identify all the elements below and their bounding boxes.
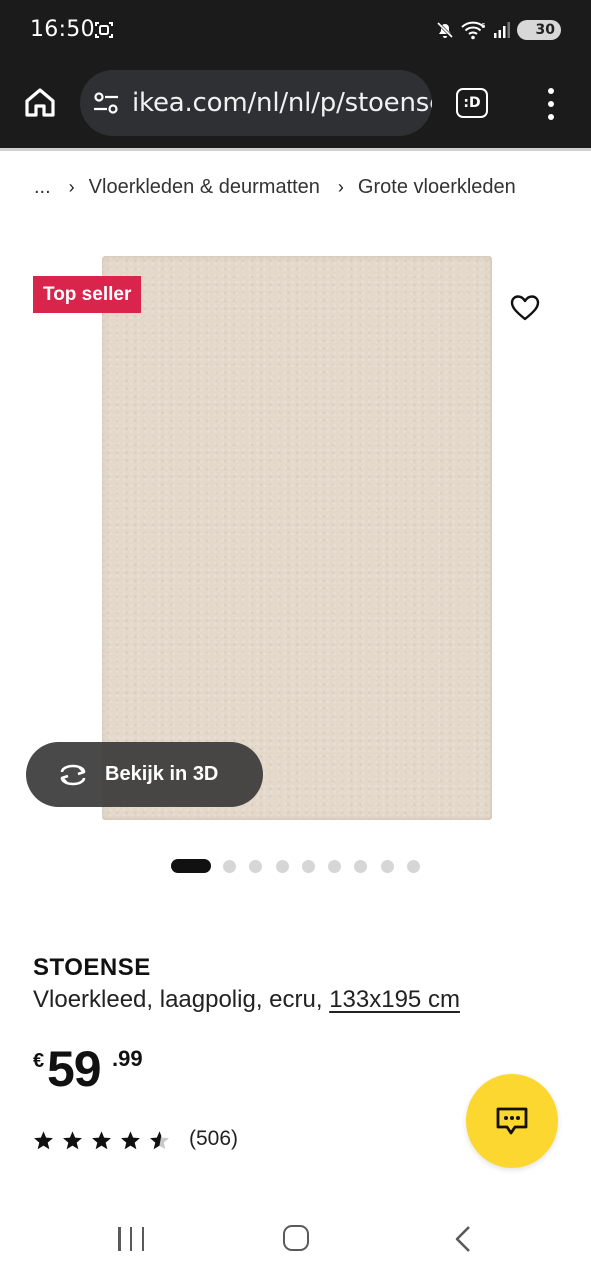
url-text[interactable]: ikea.com/nl/nl/p/stoense- (132, 88, 432, 118)
home-nav-icon[interactable] (283, 1225, 309, 1251)
carousel-dot[interactable] (354, 859, 368, 873)
home-icon[interactable] (22, 84, 58, 120)
toolbar-divider (0, 148, 591, 151)
top-seller-badge: Top seller (33, 276, 142, 313)
wifi-icon: 6 (461, 21, 486, 40)
carousel-dot[interactable] (407, 859, 421, 873)
recents-icon[interactable] (118, 1227, 144, 1251)
chevron-right-icon: › (68, 177, 75, 197)
svg-text:6: 6 (481, 22, 486, 30)
star-half-icon (150, 1130, 169, 1149)
product-name: STOENSE (33, 954, 151, 981)
carousel-dot[interactable] (328, 859, 342, 873)
breadcrumb: ... › Vloerkleden & deurmatten › Grote v… (34, 176, 516, 199)
carousel-dot[interactable] (380, 859, 394, 873)
chat-button[interactable] (466, 1074, 558, 1168)
product-image[interactable] (102, 256, 492, 820)
image-carousel-indicator (171, 859, 433, 873)
review-count[interactable]: (506) (189, 1127, 238, 1151)
mute-icon (436, 21, 454, 39)
chat-icon (496, 1107, 528, 1135)
product-description-text: Vloerkleed, laagpolig, ecru, (33, 986, 323, 1013)
star-full-icon (121, 1130, 140, 1149)
heart-icon[interactable] (510, 294, 540, 322)
address-bar[interactable]: ikea.com/nl/nl/p/stoense- (80, 70, 432, 136)
chevron-right-icon: › (337, 177, 344, 197)
price-integer: 59 (47, 1041, 102, 1097)
carousel-dot[interactable] (301, 859, 315, 873)
carousel-dot[interactable] (249, 859, 263, 873)
system-nav-bar (0, 1200, 591, 1280)
star-full-icon (63, 1130, 82, 1149)
breadcrumb-ellipsis[interactable]: ... (34, 176, 51, 199)
product-size-link[interactable]: 133x195 cm (329, 986, 460, 1013)
breadcrumb-item-category[interactable]: Vloerkleden & deurmatten (89, 176, 320, 199)
rotate-3d-icon (60, 764, 86, 786)
price-decimal: .99 (112, 1046, 143, 1071)
screenshot-icon (95, 22, 113, 38)
tabs-icon[interactable]: :D (456, 88, 488, 118)
browser-toolbar: ikea.com/nl/nl/p/stoense- :D (0, 62, 591, 148)
view-in-3d-label: Bekijk in 3D (105, 763, 219, 785)
more-vert-icon[interactable] (540, 86, 562, 122)
star-full-icon (92, 1130, 111, 1149)
signal-icon (494, 22, 510, 38)
status-icons: 6 30 (435, 18, 561, 42)
price-currency: € (33, 1050, 45, 1072)
status-time: 16:50 (30, 17, 95, 42)
carousel-dot[interactable] (275, 859, 289, 873)
product-description: Vloerkleed, laagpolig, ecru, 133x195 cm (33, 986, 460, 1014)
battery-icon: 30 (517, 20, 561, 40)
status-bar: 16:50 6 30 (0, 0, 591, 62)
star-full-icon (34, 1130, 53, 1149)
back-icon[interactable] (453, 1225, 473, 1253)
site-settings-icon[interactable] (92, 91, 120, 115)
battery-level: 30 (535, 22, 555, 38)
carousel-dot[interactable] (223, 859, 236, 873)
breadcrumb-item-subcategory[interactable]: Grote vloerkleden (358, 176, 516, 199)
carousel-dot-active[interactable] (171, 859, 211, 873)
view-in-3d-button[interactable]: Bekijk in 3D (26, 742, 263, 807)
rating-stars[interactable] (33, 1128, 170, 1152)
